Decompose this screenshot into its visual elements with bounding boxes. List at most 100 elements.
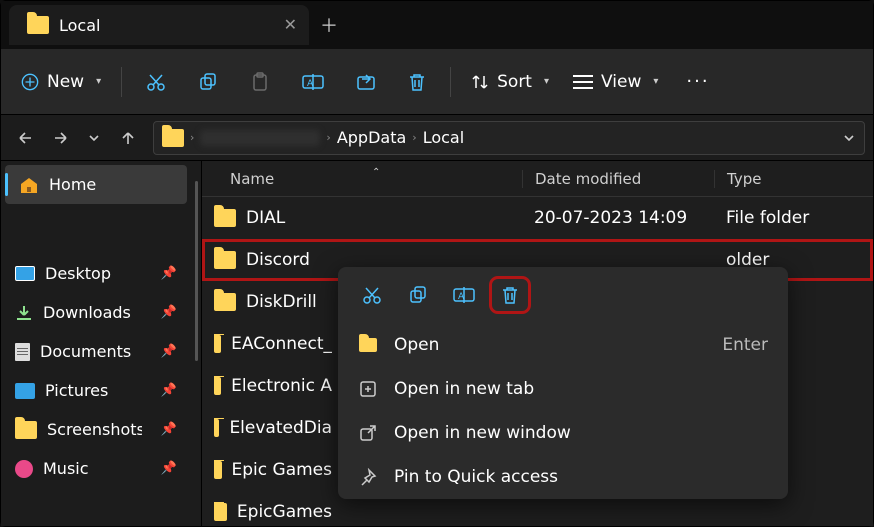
context-menu: A Open Enter Open in new tab Open in new… bbox=[338, 267, 788, 499]
back-button[interactable] bbox=[9, 121, 43, 155]
folder-icon bbox=[162, 129, 184, 147]
context-delete-button[interactable] bbox=[494, 281, 526, 309]
recent-locations-button[interactable] bbox=[77, 121, 111, 155]
tab-title: Local bbox=[59, 16, 100, 35]
file-type: File folder bbox=[714, 208, 873, 228]
breadcrumb-separator: › bbox=[190, 131, 194, 144]
view-button[interactable]: View ▾ bbox=[561, 64, 670, 100]
context-copy-button[interactable] bbox=[402, 281, 434, 309]
plus-circle-icon bbox=[21, 73, 39, 91]
context-pin-quick-access[interactable]: Pin to Quick access bbox=[338, 455, 788, 499]
pin-icon: 📌 bbox=[161, 266, 177, 281]
column-header-date[interactable]: Date modified bbox=[522, 170, 714, 188]
download-icon bbox=[15, 304, 33, 322]
sidebar-item-screenshots[interactable]: Screenshots 📌 bbox=[1, 410, 191, 449]
close-tab-icon[interactable]: ✕ bbox=[284, 17, 297, 33]
arrow-left-icon bbox=[17, 129, 35, 147]
separator bbox=[450, 67, 451, 97]
folder-icon bbox=[214, 251, 236, 269]
scissors-icon bbox=[362, 285, 382, 305]
pin-icon: 📌 bbox=[161, 383, 177, 398]
pin-icon: 📌 bbox=[161, 422, 177, 437]
context-quick-actions: A bbox=[338, 267, 788, 323]
pin-icon: 📌 bbox=[161, 461, 177, 476]
document-icon bbox=[15, 343, 30, 361]
new-label: New bbox=[47, 72, 84, 92]
view-label: View bbox=[601, 72, 641, 92]
new-button[interactable]: New ▾ bbox=[9, 64, 113, 100]
context-item-label: Open bbox=[394, 335, 439, 355]
sidebar-item-documents[interactable]: Documents 📌 bbox=[1, 332, 191, 371]
context-item-shortcut: Enter bbox=[722, 335, 768, 355]
share-button[interactable] bbox=[340, 62, 392, 102]
sidebar-scrollbar[interactable] bbox=[191, 161, 201, 526]
navigation-bar: › › AppData › Local bbox=[1, 115, 873, 161]
column-header-name[interactable]: Name bbox=[202, 170, 522, 188]
context-item-label: Open in new tab bbox=[394, 379, 534, 399]
sidebar-item-label: Music bbox=[43, 459, 89, 478]
folder-icon bbox=[15, 421, 37, 439]
up-button[interactable] bbox=[111, 121, 145, 155]
arrow-right-icon bbox=[51, 129, 69, 147]
context-open-new-window[interactable]: Open in new window bbox=[338, 411, 788, 455]
sidebar-item-downloads[interactable]: Downloads 📌 bbox=[1, 293, 191, 332]
file-row[interactable]: DIAL 20-07-2023 14:09 File folder bbox=[202, 197, 873, 239]
sort-button[interactable]: Sort ▾ bbox=[459, 64, 561, 100]
window-tab[interactable]: Local ✕ bbox=[9, 5, 309, 45]
file-name: EpicGames bbox=[237, 502, 332, 522]
column-header-row: ⌃ Name Date modified Type bbox=[202, 161, 873, 197]
clipboard-icon bbox=[250, 72, 270, 92]
more-options-button[interactable]: ··· bbox=[670, 71, 725, 92]
toolbar: New ▾ A Sort ▾ View ▾ bbox=[1, 49, 873, 115]
sort-indicator-icon: ⌃ bbox=[372, 167, 380, 178]
sidebar-item-label: Screenshots bbox=[47, 420, 142, 439]
file-name: Discord bbox=[246, 250, 310, 270]
breadcrumb-item[interactable]: AppData bbox=[337, 128, 406, 147]
address-bar[interactable]: › › AppData › Local bbox=[153, 121, 865, 155]
folder-icon bbox=[214, 377, 221, 395]
forward-button[interactable] bbox=[43, 121, 77, 155]
rename-button[interactable]: A bbox=[286, 62, 340, 102]
paste-button[interactable] bbox=[234, 62, 286, 102]
folder-icon bbox=[214, 209, 236, 227]
chevron-down-icon bbox=[842, 131, 856, 145]
sidebar-item-pictures[interactable]: Pictures 📌 bbox=[1, 371, 191, 410]
chevron-down-icon: ▾ bbox=[653, 76, 658, 87]
delete-button[interactable] bbox=[392, 62, 442, 102]
context-open-new-tab[interactable]: Open in new tab bbox=[338, 367, 788, 411]
file-date: 20-07-2023 14:09 bbox=[522, 208, 714, 228]
file-explorer-window: Local ✕ ＋ New ▾ A bbox=[0, 0, 874, 527]
sort-icon bbox=[471, 73, 489, 91]
breadcrumb-separator: › bbox=[326, 131, 330, 144]
copy-button[interactable] bbox=[182, 62, 234, 102]
sort-label: Sort bbox=[497, 72, 532, 92]
pin-icon: 📌 bbox=[161, 305, 177, 320]
cut-button[interactable] bbox=[130, 62, 182, 102]
folder-icon bbox=[214, 461, 222, 479]
address-expand-button[interactable] bbox=[842, 131, 856, 145]
context-open[interactable]: Open Enter bbox=[338, 323, 788, 367]
column-header-type[interactable]: Type bbox=[714, 170, 873, 188]
context-rename-button[interactable]: A bbox=[448, 281, 480, 309]
sidebar-item-label: Documents bbox=[40, 342, 131, 361]
breadcrumb-separator: › bbox=[412, 131, 416, 144]
sidebar: Home Desktop 📌 Downloads 📌 Documents 📌 P… bbox=[1, 161, 191, 526]
titlebar: Local ✕ ＋ bbox=[1, 1, 873, 49]
file-name: DiskDrill bbox=[246, 292, 317, 312]
sidebar-item-home[interactable]: Home bbox=[5, 165, 187, 204]
chevron-down-icon: ▾ bbox=[544, 76, 549, 87]
context-cut-button[interactable] bbox=[356, 281, 388, 309]
external-icon bbox=[358, 423, 378, 443]
scissors-icon bbox=[146, 72, 166, 92]
rename-icon: A bbox=[302, 72, 324, 92]
sidebar-item-desktop[interactable]: Desktop 📌 bbox=[1, 254, 191, 293]
file-name: DIAL bbox=[246, 208, 285, 228]
new-tab-button[interactable]: ＋ bbox=[309, 12, 349, 38]
sidebar-item-label: Home bbox=[49, 175, 96, 194]
folder-icon bbox=[214, 293, 236, 311]
folder-icon bbox=[214, 419, 219, 437]
breadcrumb-item[interactable]: Local bbox=[423, 128, 464, 147]
sidebar-item-music[interactable]: Music 📌 bbox=[1, 449, 191, 488]
breadcrumb-redacted bbox=[200, 130, 320, 146]
svg-text:A: A bbox=[307, 79, 314, 89]
